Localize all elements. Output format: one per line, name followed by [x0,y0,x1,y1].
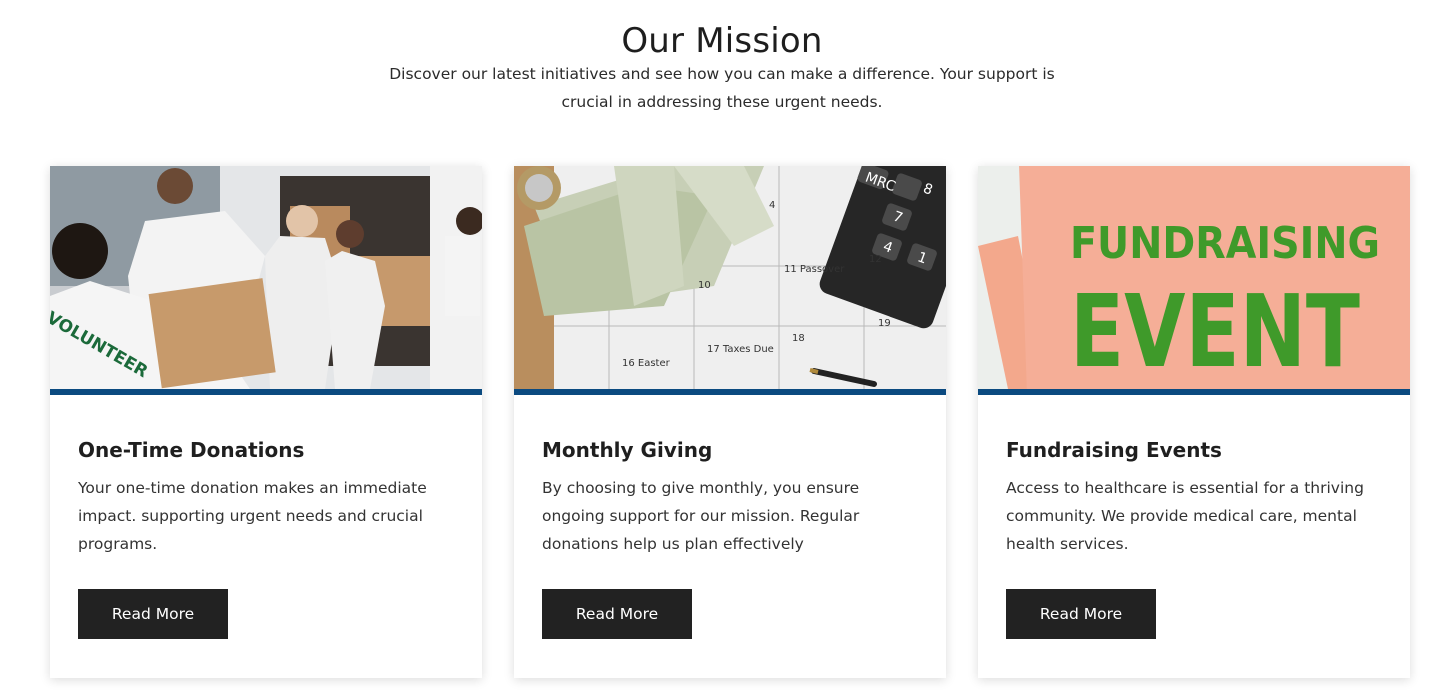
calendar-day-11: 11 Passover [784,264,845,275]
volunteers-photo: VOLUNTEER [50,166,482,389]
card-fundraising-events: FUNDRAISING EVENT Fundraising Events Acc… [978,166,1410,678]
card-description: By choosing to give monthly, you ensure … [542,479,860,553]
calendar-day-18: 18 [792,333,805,344]
card-description: Access to healthcare is essential for a … [1006,479,1364,553]
section-title: Our Mission [621,21,823,61]
fundraising-illustration: FUNDRAISING EVENT [978,166,1410,389]
money-calendar-photo: MRC 7 8 4 1 4 10 11 Passover 12 16 Easte… [514,166,946,389]
card-title: One-Time Donations [78,438,305,462]
calendar-day-12: 12 [869,254,882,265]
cards-grid: VOLUNTEER One-Time Donations Your one-ti… [50,166,1410,678]
read-more-button[interactable]: Read More [1006,589,1156,639]
section-subtitle: Discover our latest initiatives and see … [389,65,1055,111]
calendar-day-10: 10 [698,280,711,291]
fundraising-event-photo: FUNDRAISING EVENT [978,166,1410,389]
calendar-day-17: 17 Taxes Due [707,344,774,355]
card-accent-stripe [514,389,946,395]
card-description: Your one-time donation makes an immediat… [78,479,427,553]
card-accent-stripe [50,389,482,395]
card-title: Fundraising Events [1006,438,1222,462]
card-monthly-giving: MRC 7 8 4 1 4 10 11 Passover 12 16 Easte… [514,166,946,678]
calendar-day-16: 16 Easter [622,358,671,369]
card-accent-stripe [978,389,1410,395]
card-one-time-donations: VOLUNTEER One-Time Donations Your one-ti… [50,166,482,678]
read-more-button[interactable]: Read More [78,589,228,639]
event-word: EVENT [1070,273,1360,389]
mission-section: Our Mission Discover our latest initiati… [0,0,1444,696]
volunteers-illustration: VOLUNTEER [50,166,482,389]
read-more-button[interactable]: Read More [542,589,692,639]
money-calendar-illustration: MRC 7 8 4 1 4 10 11 Passover 12 16 Easte… [514,166,946,389]
fundraising-word: FUNDRAISING [1070,218,1380,269]
calendar-day-19: 19 [878,318,891,329]
calendar-day-4: 4 [769,200,775,211]
card-title: Monthly Giving [542,438,713,462]
